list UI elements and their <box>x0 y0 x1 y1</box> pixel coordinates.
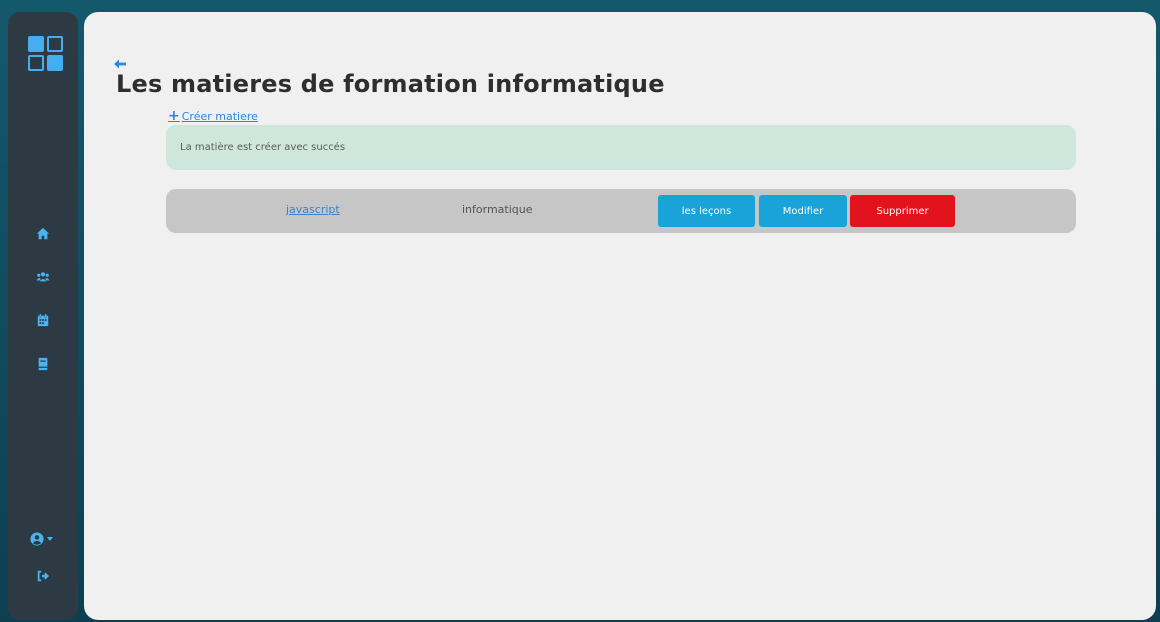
success-alert: La matière est créer avec succés <box>166 125 1076 170</box>
lessons-button[interactable]: les leçons <box>658 195 755 227</box>
users-icon[interactable] <box>33 267 53 287</box>
alert-message: La matière est créer avec succés <box>180 142 346 153</box>
app-frame: Les matieres de formation informatique +… <box>0 0 1160 622</box>
matiere-name-link[interactable]: javascript <box>286 203 340 216</box>
user-menu[interactable] <box>30 529 60 549</box>
user-circle-icon <box>30 532 44 546</box>
sidebar <box>8 12 78 620</box>
create-matiere-label: Créer matiere <box>181 109 258 123</box>
home-icon[interactable] <box>33 224 53 244</box>
main-panel: Les matieres de formation informatique +… <box>84 12 1156 620</box>
page-title: Les matieres de formation informatique <box>116 70 665 98</box>
matiere-category: informatique <box>462 203 533 216</box>
app-logo <box>28 36 64 72</box>
logout-icon[interactable] <box>33 566 53 586</box>
plus-icon: + <box>168 108 180 124</box>
chevron-down-icon <box>47 537 53 541</box>
edit-button[interactable]: Modifier <box>759 195 847 227</box>
create-matiere-link[interactable]: + Créer matiere <box>168 108 258 124</box>
delete-button[interactable]: Supprimer <box>850 195 955 227</box>
matiere-row: javascript informatique les leçons Modif… <box>166 189 1076 233</box>
book-icon[interactable] <box>33 354 53 374</box>
back-arrow-icon[interactable] <box>114 54 128 69</box>
calendar-icon[interactable] <box>33 310 53 330</box>
